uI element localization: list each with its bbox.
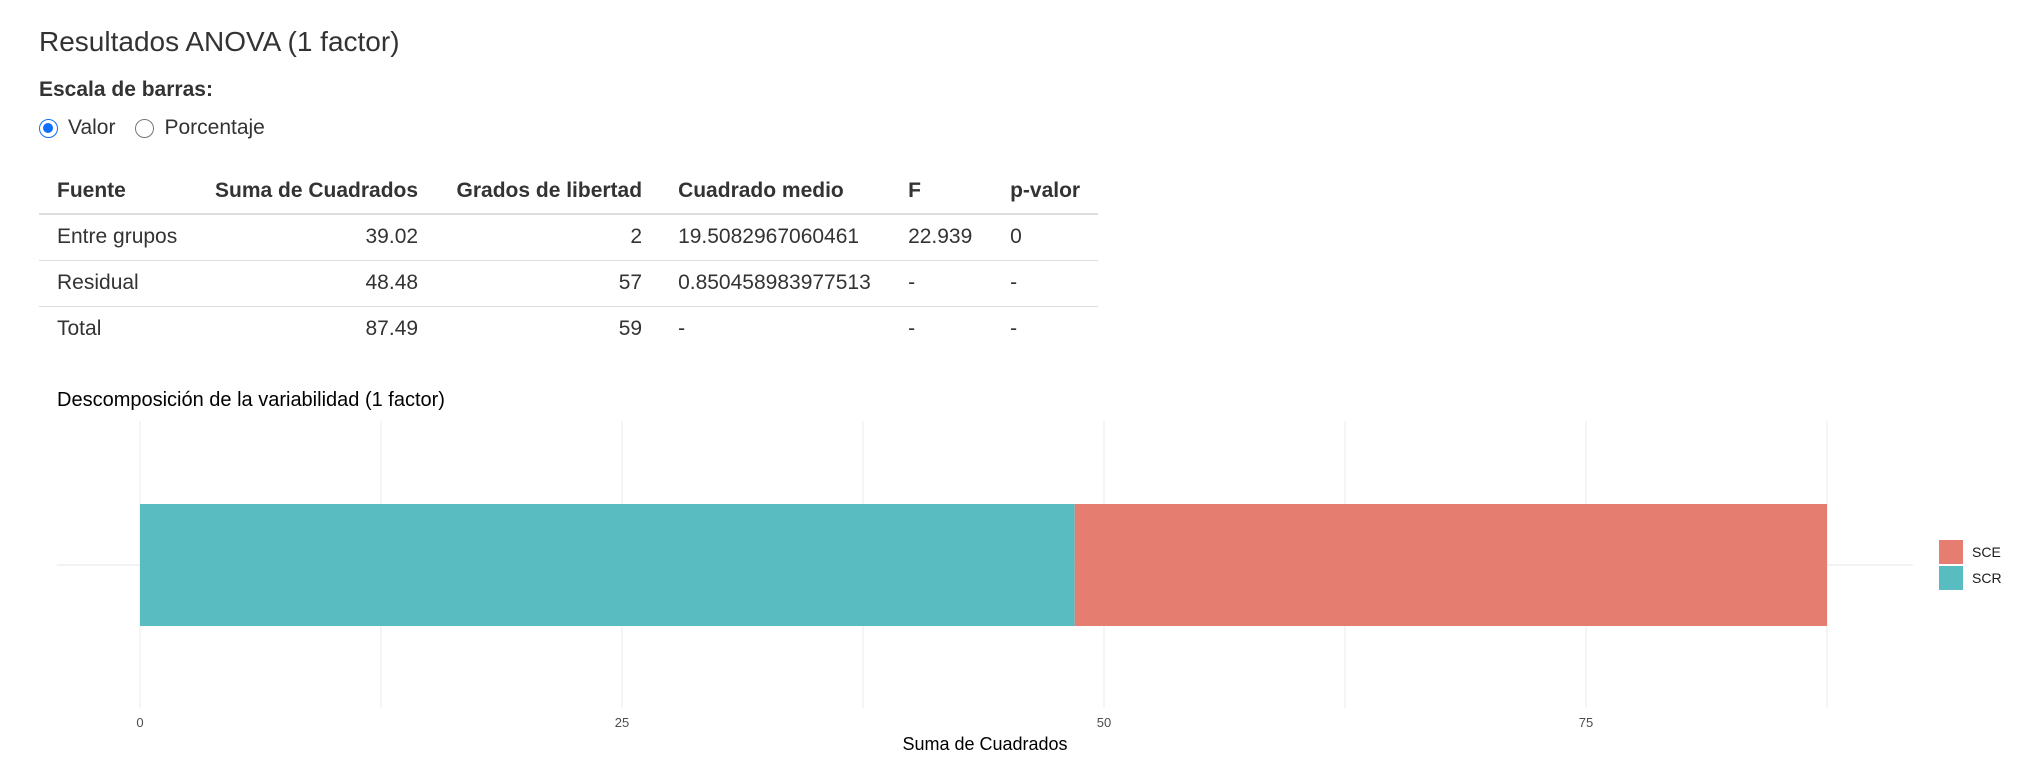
legend-label-scr: SCR (1972, 570, 2002, 586)
x-axis-title: Suma de Cuadrados (902, 734, 1067, 754)
bar-sce (1074, 504, 1827, 626)
bar-scr (140, 504, 1075, 626)
x-tick-label: 75 (1579, 715, 1593, 730)
chart-x-ticks: 0 25 50 75 (136, 715, 1593, 730)
legend-key-sce (1939, 540, 1963, 564)
legend-key-scr (1939, 566, 1963, 590)
chart-legend: SCE SCR (1939, 540, 2002, 590)
chart-bars (140, 504, 1827, 626)
x-tick-label: 50 (1097, 715, 1111, 730)
x-tick-label: 25 (615, 715, 629, 730)
x-tick-label: 0 (136, 715, 143, 730)
legend-label-sce: SCE (1972, 544, 2001, 560)
variability-chart: 0 25 50 75 Suma de Cuadrados SCE SCR (57, 421, 2002, 754)
